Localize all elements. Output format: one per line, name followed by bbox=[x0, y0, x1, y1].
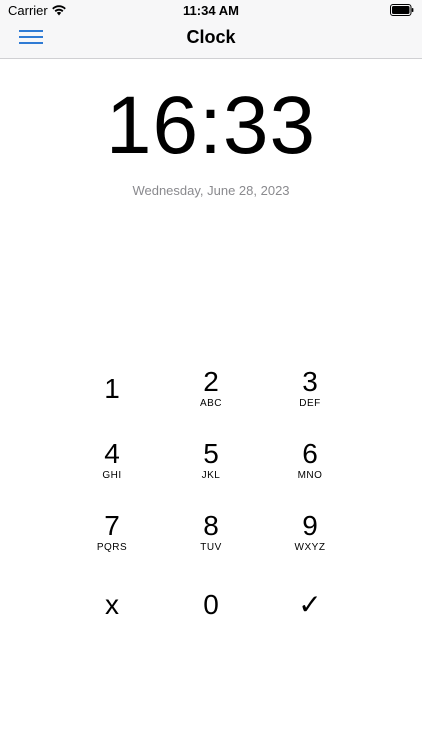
key-digit: 0 bbox=[203, 589, 219, 620]
key-0[interactable]: 0 bbox=[161, 576, 261, 636]
confirm-key[interactable]: ✓ bbox=[260, 576, 360, 636]
key-3[interactable]: 3 DEF bbox=[260, 366, 360, 426]
clock-date-display: Wednesday, June 28, 2023 bbox=[132, 183, 290, 198]
key-digit: 7 bbox=[104, 510, 120, 541]
key-letters: GHI bbox=[102, 470, 122, 481]
key-letters: WXYZ bbox=[294, 542, 326, 553]
key-digit: 9 bbox=[302, 510, 318, 541]
key-digit: 2 bbox=[203, 366, 219, 397]
key-digit: 8 bbox=[203, 510, 219, 541]
key-digit: 4 bbox=[104, 438, 120, 469]
key-9[interactable]: 9 WXYZ bbox=[260, 510, 360, 570]
key-1[interactable]: 1 bbox=[62, 360, 162, 420]
key-letters: JKL bbox=[201, 470, 221, 481]
key-6[interactable]: 6 MNO bbox=[260, 438, 360, 498]
clear-key[interactable]: x bbox=[62, 576, 162, 636]
checkmark-icon: ✓ bbox=[298, 589, 322, 620]
key-2[interactable]: 2 ABC bbox=[161, 366, 261, 426]
key-digit: 5 bbox=[203, 438, 219, 469]
key-digit: 1 bbox=[104, 373, 120, 404]
key-8[interactable]: 8 TUV bbox=[161, 510, 261, 570]
clear-key-label: x bbox=[105, 589, 119, 620]
key-letters: PQRS bbox=[96, 542, 128, 553]
clock-screen: Carrier 11:34 AM Clock 16:33 Wednesday, … bbox=[0, 0, 422, 750]
key-letters: MNO bbox=[297, 470, 323, 481]
status-time: 11:34 AM bbox=[183, 3, 239, 18]
status-bar: Carrier 11:34 AM bbox=[0, 0, 422, 20]
key-4[interactable]: 4 GHI bbox=[62, 438, 162, 498]
key-letters: ABC bbox=[199, 398, 223, 409]
key-digit: 3 bbox=[302, 366, 318, 397]
key-letters: DEF bbox=[299, 398, 321, 409]
key-digit: 6 bbox=[302, 438, 318, 469]
navigation-bar: Clock bbox=[0, 20, 422, 59]
clock-time-display: 16:33 bbox=[105, 80, 317, 171]
page-title: Clock bbox=[186, 27, 236, 47]
key-5[interactable]: 5 JKL bbox=[161, 438, 261, 498]
battery-icon bbox=[390, 4, 414, 16]
key-letters: TUV bbox=[200, 542, 222, 553]
key-7[interactable]: 7 PQRS bbox=[62, 510, 162, 570]
keypad: 1 2 ABC 3 DEF 4 GHI 5 JKL 6 MNO 7 PQRS 8… bbox=[62, 360, 360, 650]
